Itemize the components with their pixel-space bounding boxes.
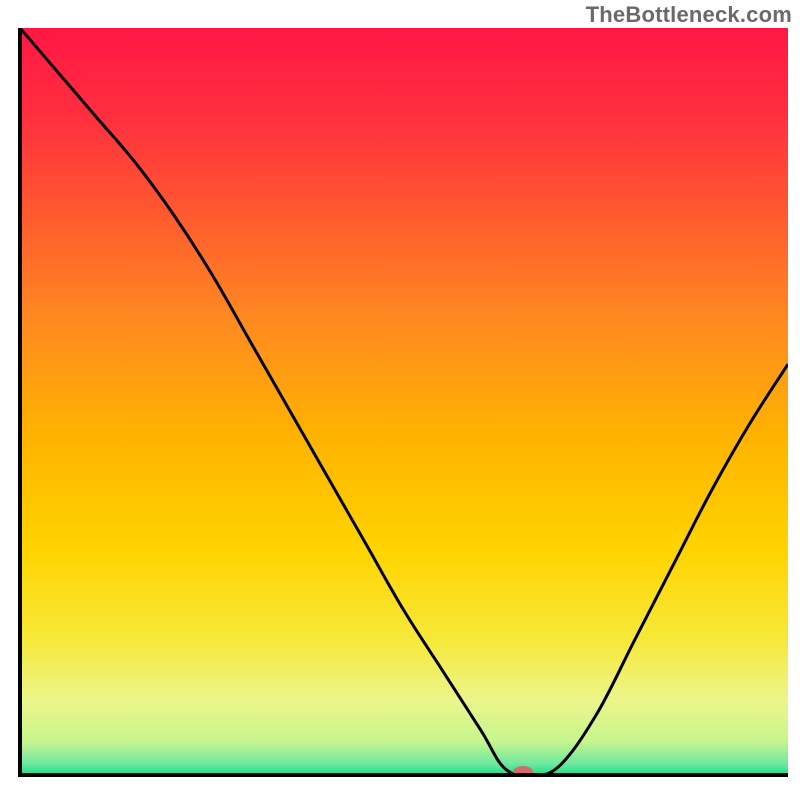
watermark-text: TheBottleneck.com [586,2,792,28]
gradient-background [20,28,788,775]
chart-svg [0,0,800,800]
chart-container: TheBottleneck.com [0,0,800,800]
plot-area [20,28,788,778]
